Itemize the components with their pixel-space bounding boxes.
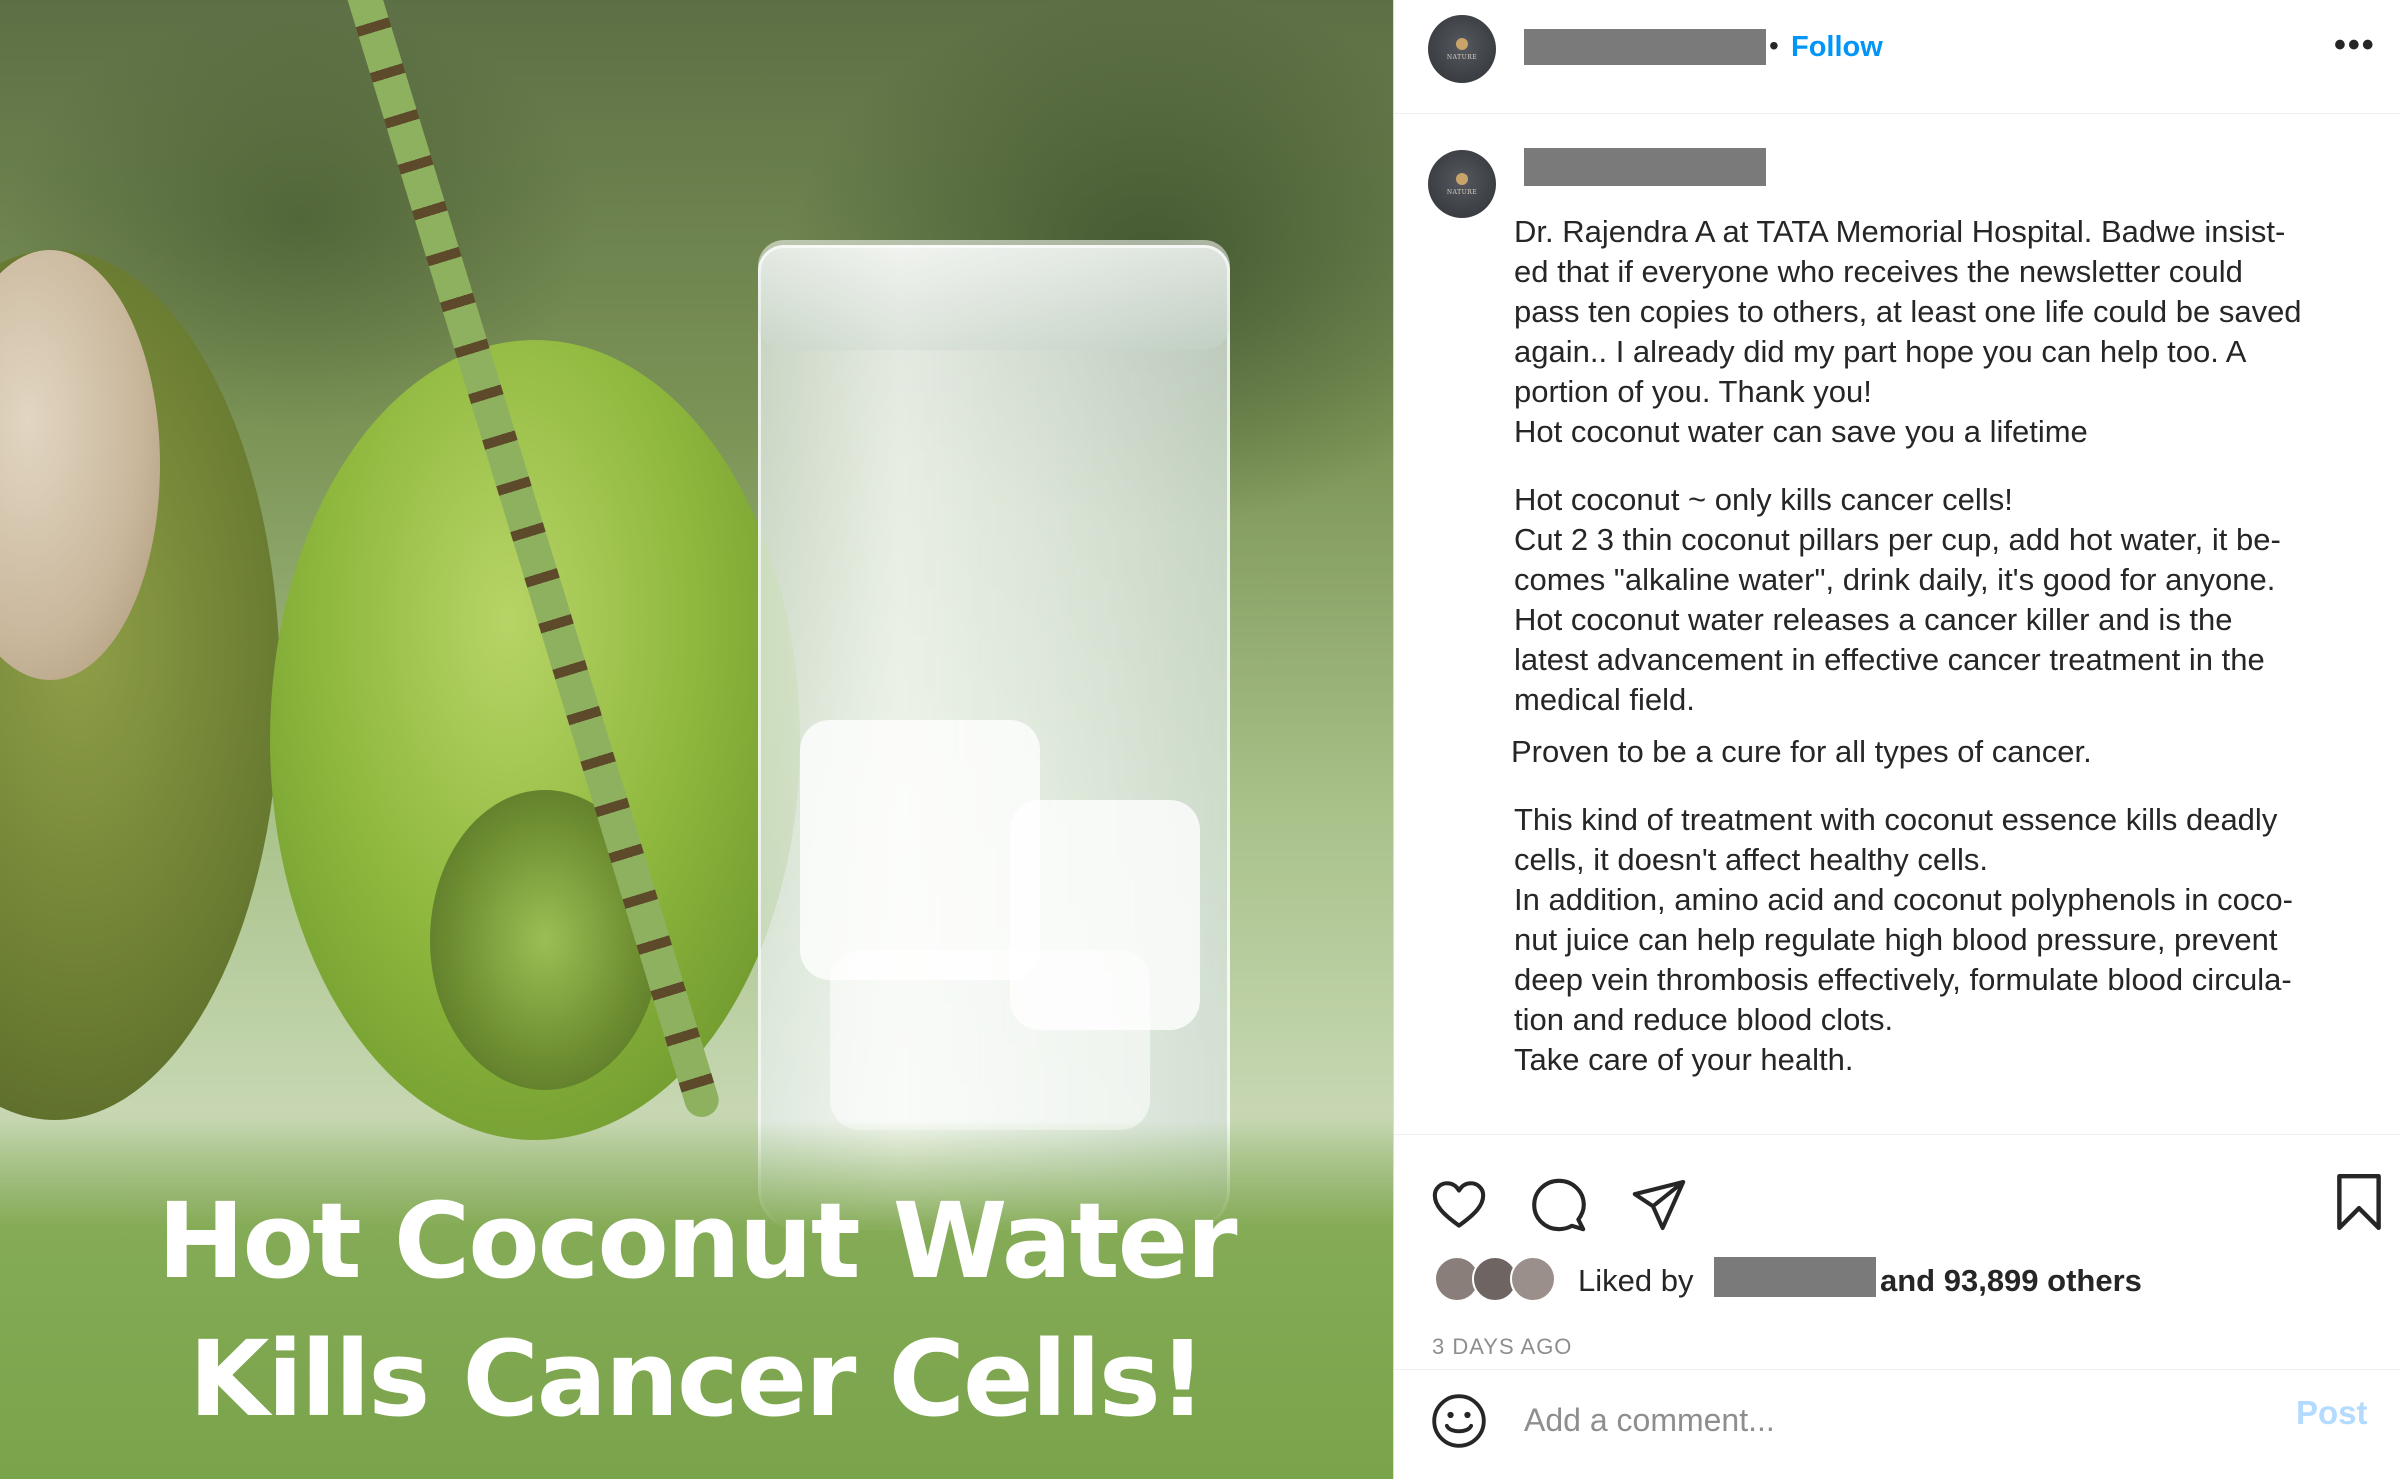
liker-avatar bbox=[1510, 1256, 1556, 1302]
heart-icon[interactable] bbox=[1430, 1176, 1488, 1234]
actions-divider bbox=[1394, 1134, 2400, 1135]
glass-rim bbox=[758, 240, 1230, 350]
logo-wordmark: NATURE bbox=[1446, 188, 1478, 196]
headline-line-2: Kills Cancer Cells! bbox=[188, 1318, 1206, 1440]
logo-mark bbox=[1456, 172, 1468, 185]
emoji-icon[interactable] bbox=[1430, 1392, 1488, 1450]
caption-avatar[interactable]: NATURE bbox=[1428, 150, 1496, 218]
caption-paragraph: This kind of treatment with coconut esse… bbox=[1514, 802, 2293, 1077]
post-image: Hot Coconut Water Kills Cancer Cells! bbox=[0, 0, 1393, 1479]
post-comment-button[interactable]: Post bbox=[2296, 1394, 2368, 1432]
more-icon[interactable]: ••• bbox=[2334, 26, 2376, 65]
logo-wordmark: NATURE bbox=[1446, 53, 1478, 61]
author-name-redacted[interactable] bbox=[1524, 29, 1766, 65]
headline-line-1: Hot Coconut Water bbox=[157, 1180, 1237, 1302]
comment-divider bbox=[1394, 1369, 2400, 1370]
logo-mark bbox=[1456, 37, 1468, 50]
separator-dot: • bbox=[1769, 30, 1779, 61]
liker-avatars[interactable] bbox=[1434, 1256, 1560, 1302]
liker-name-redacted[interactable] bbox=[1714, 1257, 1876, 1297]
caption-paragraph: Proven to be a cure for all types of can… bbox=[1511, 734, 2092, 769]
follow-button[interactable]: Follow bbox=[1791, 31, 1883, 64]
header-divider bbox=[1394, 113, 2400, 114]
share-icon[interactable] bbox=[1630, 1176, 1688, 1234]
likes-count[interactable]: and 93,899 others bbox=[1880, 1263, 2142, 1299]
caption-paragraph: Dr. Rajendra A at TATA Memorial Hospital… bbox=[1514, 214, 2302, 449]
caption-paragraph: Hot coconut ~ only kills cancer cells! C… bbox=[1514, 482, 2281, 717]
post-panel: NATURE • Follow ••• NATURE Dr. Rajendra … bbox=[1393, 0, 2400, 1479]
ice-cube bbox=[830, 950, 1150, 1130]
author-avatar[interactable]: NATURE bbox=[1428, 15, 1496, 83]
bookmark-icon[interactable] bbox=[2332, 1172, 2386, 1232]
post-timestamp[interactable]: 3 DAYS AGO bbox=[1432, 1334, 1572, 1360]
comment-icon[interactable] bbox=[1530, 1176, 1588, 1234]
ice-cube bbox=[800, 720, 1040, 980]
caption-text: Dr. Rajendra A at TATA Memorial Hospital… bbox=[1511, 212, 2384, 1080]
comment-input[interactable] bbox=[1524, 1396, 2164, 1444]
liked-by-label: Liked by bbox=[1578, 1263, 1694, 1298]
caption-author-redacted[interactable] bbox=[1524, 148, 1766, 186]
